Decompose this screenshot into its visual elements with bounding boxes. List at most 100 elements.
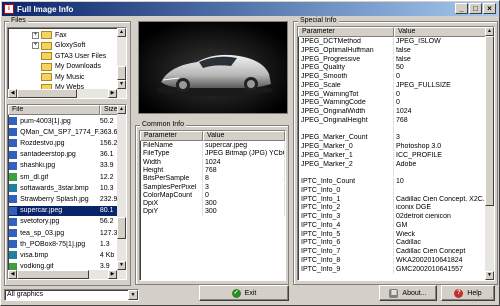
parameter-cell: JPEG_OriginalWidth [299,108,394,116]
special-info-row[interactable]: IPTC_Info_3 02detroit cienicon [299,213,486,221]
special-info-row[interactable]: JPEG_OriginalWidth 1024 [299,108,486,116]
scroll-up-button[interactable]: ▲ [117,105,126,114]
common-info-row[interactable]: FileName supercar.jpeg [141,142,285,150]
tree-item[interactable]: My Downloads [32,62,101,72]
maximize-button[interactable]: □ [469,3,482,14]
common-info-table[interactable]: Parameter Value FileName supercar.jpeg Fil… [139,130,286,281]
tree-vertical-scrollbar[interactable]: ▲ ▼ [117,28,126,98]
value-cell: GM [394,221,486,230]
special-info-row[interactable]: JPEG_WarningCode 0 [299,99,486,108]
special-info-row[interactable]: JPEG_Marker_Count 3 [299,134,486,143]
close-button[interactable]: × [483,3,496,14]
special-info-row[interactable]: JPEG_Progressive false [299,55,486,64]
scroll-thumb[interactable] [117,66,126,80]
special-info-row[interactable]: JPEG_OriginalHeight 768 [299,116,486,125]
column-header-file[interactable]: File [8,105,100,115]
parameter-cell: JPEG_Smooth [299,73,394,81]
file-row[interactable]: tea_sp_03.jpg 127.3 [9,228,118,238]
special-info-row[interactable]: JPEG_OptimalHuffman false [299,46,486,55]
tree-item[interactable]: My Music [32,72,85,82]
file-row[interactable]: supercar.jpeg 80.1 [9,205,118,216]
column-header-value[interactable]: Value [394,27,486,37]
expand-icon[interactable]: + [32,42,39,49]
special-info-row[interactable]: IPTC_Info_8 WKA2002010641824 [299,256,486,265]
file-row[interactable]: th_POBox8-75[1].jpg 1.3 [9,239,118,249]
chevron-down-icon[interactable]: ▼ [128,290,138,300]
special-info-row[interactable]: IPTC_Info_1 Cadillac Cien Concept. X2C... [299,195,486,204]
scroll-down-button[interactable]: ▼ [485,271,494,280]
folder-tree[interactable]: + Fax + GloxySoft GTA3 User Files My Download… [7,27,127,99]
scroll-thumb[interactable] [17,89,77,98]
resize-grip-icon[interactable]: ⋰ [488,294,498,304]
scroll-thumb[interactable] [117,217,126,239]
file-row[interactable]: pum-4003[1].jpg 50.2 [9,116,118,126]
file-list-vertical-scrollbar[interactable]: ▲ ▼ [117,105,126,279]
file-row[interactable]: santadeerstop.jpg 36.1 [9,150,118,160]
special-info-row[interactable]: IPTC_Info_6 Cadillac [299,239,486,248]
common-info-row[interactable]: Width 1024 [141,158,285,167]
file-row[interactable]: Strawberry Splash.jpg 232.9 [9,194,118,204]
file-row[interactable]: visa.bmp 4 Kb [9,250,118,260]
common-info-row[interactable]: DpiX 300 [141,200,285,209]
special-info-row[interactable]: IPTC_Info_4 GM [299,221,486,230]
common-info-row[interactable]: Height 768 [141,166,285,175]
column-header-parameter[interactable]: Parameter [140,131,203,141]
exit-button[interactable]: ✓ Exit [199,285,289,301]
file-size: 156.2 [99,139,118,147]
file-size: 232.9 [99,195,118,203]
scroll-left-button[interactable]: ◀ [8,270,17,279]
tree-item[interactable]: + GloxySoft [32,41,85,51]
file-type-filter[interactable]: All graphics ▼ [4,289,139,301]
special-info-row[interactable]: JPEG_Scale JPEG_FULLSIZE [299,81,486,90]
special-info-row[interactable]: IPTC_Info_7 Cadillac Cien Concept [299,248,486,256]
about-button[interactable]: ▤ About... [379,285,437,301]
tree-horizontal-scrollbar[interactable]: ◀ ▶ [8,89,117,98]
special-info-vertical-scrollbar[interactable]: ▲ ▼ [485,27,494,280]
scroll-thumb[interactable] [17,270,89,279]
scroll-thumb[interactable] [485,36,494,206]
special-info-row[interactable]: JPEG_WarningTot 0 [299,90,486,99]
special-info-row[interactable]: IPTC_Info_0 [299,186,486,195]
special-info-row[interactable]: IPTC_Info_2 iconix DGE [299,204,486,213]
common-info-row[interactable]: BitsPerSample 8 [141,175,285,184]
special-info-row[interactable]: JPEG_Marker_1 ICC_PROFILE [299,151,486,160]
file-list-horizontal-scrollbar[interactable]: ◀ ▶ [8,270,117,279]
file-row[interactable]: sm_dl.gif 12.2 [9,172,118,182]
special-info-row[interactable]: JPEG_Marker_0 Photoshop 3.0 [299,143,486,151]
special-info-row[interactable]: JPEG_Quality 50 [299,64,486,73]
file-list[interactable]: File Size pum-4003[1].jpg 50.2 QMan_CM_SP7… [7,104,127,280]
common-info-row[interactable]: ColorMapCount 0 [141,191,285,200]
file-row[interactable]: QMan_CM_SP7_1774_F... 363.6 [9,127,118,137]
special-info-row[interactable] [299,125,486,134]
scroll-right-button[interactable]: ▶ [108,270,117,279]
scroll-down-button[interactable]: ▼ [117,261,126,270]
special-info-row[interactable]: JPEG_Smooth 0 [299,73,486,81]
tree-item[interactable]: GTA3 User Files [32,51,106,61]
file-row[interactable]: Rozdestvo.jpg 156.2 [9,138,118,148]
scroll-down-button[interactable]: ▼ [117,80,126,89]
special-info-row[interactable]: JPEG_DCTMethod JPEG_ISLOW [299,38,486,46]
help-button[interactable]: ? Help [441,285,495,301]
minimize-button[interactable]: _ [455,3,468,14]
scroll-right-button[interactable]: ▶ [108,89,117,98]
special-info-row[interactable]: IPTC_Info_9 GMC2002010641557 [299,265,486,274]
file-row[interactable]: softawards_3star.bmp 10.3 [9,183,118,193]
file-row[interactable]: shashki.jpg 33.9 [9,161,118,171]
special-info-row[interactable]: IPTC_Info_5 Wieck [299,230,486,239]
scroll-up-button[interactable]: ▲ [117,28,126,37]
special-info-row[interactable]: JPEG_Marker_2 Adobe [299,160,486,169]
common-info-row[interactable]: SamplesPerPixel 3 [141,183,285,192]
title-bar[interactable]: i Full Image Info _ □ × [2,2,498,16]
special-info-table[interactable]: Parameter Value JPEG_DCTMethod JPEG_ISLOW… [297,26,495,281]
common-info-row[interactable]: FileType JPEG Bitmap (JPG) YCbCr [141,150,285,159]
scroll-up-button[interactable]: ▲ [485,27,494,36]
file-row[interactable]: svetofory.jpg 56.2 [9,217,118,227]
column-header-value[interactable]: Value [203,131,285,141]
common-info-row[interactable]: DpiY 300 [141,208,285,217]
scroll-left-button[interactable]: ◀ [8,89,17,98]
column-header-parameter[interactable]: Parameter [298,27,394,37]
expand-icon[interactable]: + [32,31,39,39]
tree-item[interactable]: + Fax [32,30,67,40]
special-info-row[interactable]: IPTC_Info_Count 10 [299,178,486,186]
special-info-row[interactable] [299,169,486,178]
